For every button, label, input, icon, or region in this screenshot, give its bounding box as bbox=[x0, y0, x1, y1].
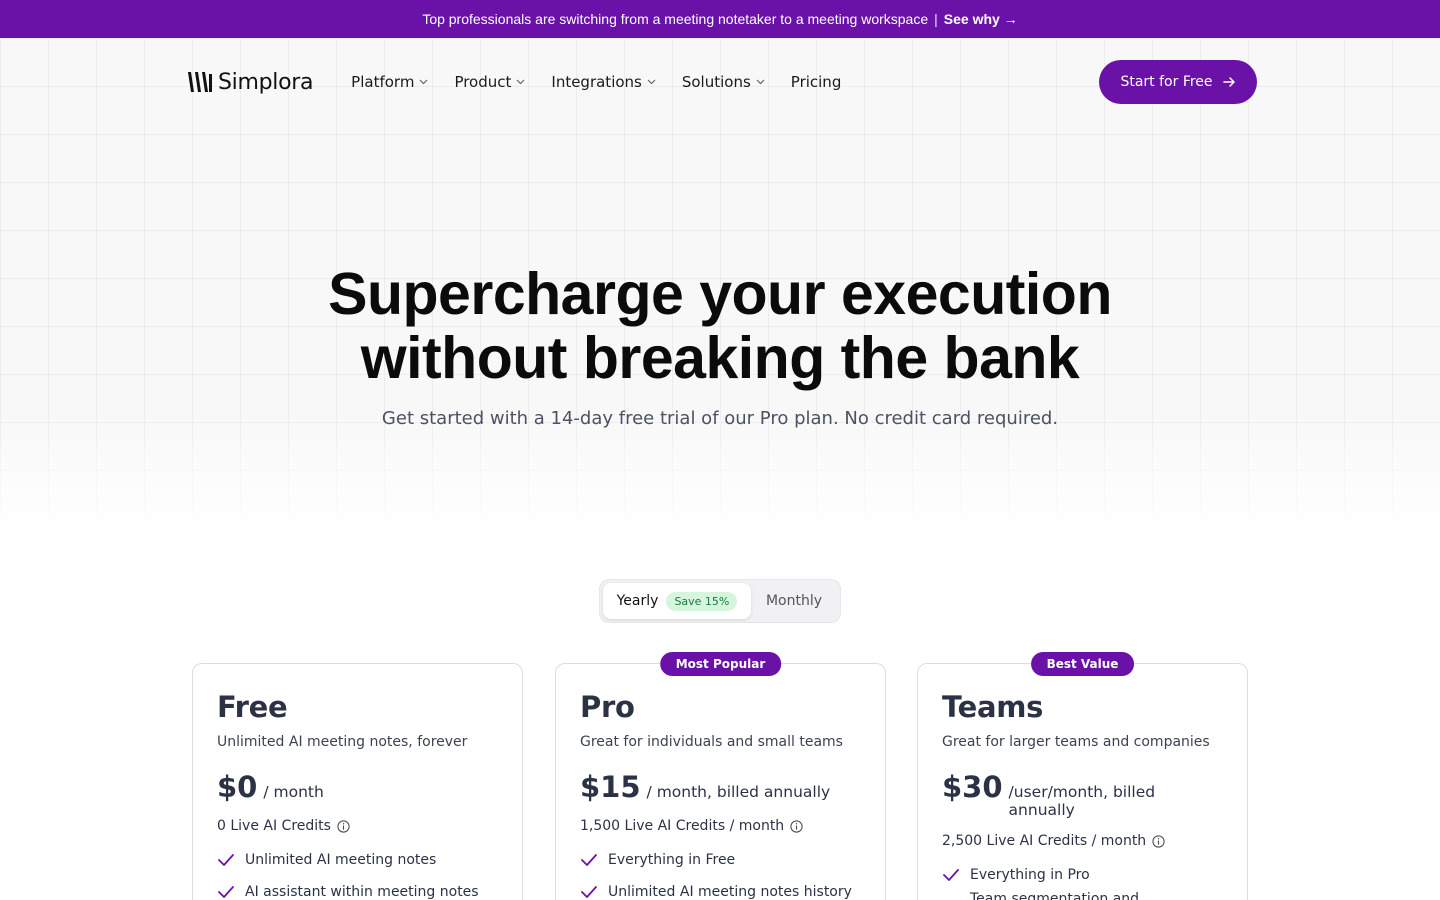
plan-credits-label: 1,500 Live AI Credits / month bbox=[580, 818, 785, 834]
list-item: Unlimited AI meeting notes bbox=[217, 844, 498, 876]
plan-card-free: Free Unlimited AI meeting notes, forever… bbox=[192, 663, 523, 900]
plan-period: /user/month, billed annually bbox=[1008, 783, 1156, 819]
nav-menu: Platform Product Integrations Solutions … bbox=[351, 73, 841, 91]
check-icon bbox=[218, 854, 234, 866]
check-icon bbox=[943, 869, 959, 881]
most-popular-badge: Most Popular bbox=[659, 652, 782, 676]
chevron-down-icon bbox=[756, 79, 765, 85]
plan-feature-list: Everything in Pro Team segmentation and … bbox=[942, 859, 1223, 900]
feature-label: Team segmentation and management bbox=[970, 891, 1140, 900]
plan-credits: 2,500 Live AI Credits / month bbox=[942, 833, 1223, 849]
hero-headline-line1: Supercharge your execution bbox=[328, 261, 1112, 327]
plan-price-row: $15 / month, billed annually bbox=[580, 770, 861, 804]
plan-feature-list: Unlimited AI meeting notes AI assistant … bbox=[217, 844, 498, 900]
plan-period: / month, billed annually bbox=[646, 783, 831, 801]
top-navigation: Simplora Platform Product Integrations S… bbox=[186, 60, 1257, 104]
info-icon[interactable] bbox=[1152, 834, 1165, 848]
logo-bars-icon bbox=[188, 72, 212, 92]
nav-item-pricing[interactable]: Pricing bbox=[791, 73, 842, 91]
billing-option-monthly[interactable]: Monthly bbox=[751, 583, 837, 619]
plan-name: Teams bbox=[942, 690, 1044, 724]
nav-item-solutions[interactable]: Solutions bbox=[682, 73, 765, 91]
plan-feature-list: Everything in Free Unlimited AI meeting … bbox=[580, 844, 861, 900]
check-icon bbox=[218, 886, 234, 898]
see-why-link[interactable]: See why → bbox=[944, 11, 1018, 27]
brand-name: Simplora bbox=[218, 69, 314, 95]
nav-item-product[interactable]: Product bbox=[454, 73, 525, 91]
plan-price: $15 bbox=[580, 770, 641, 804]
plan-price-row: $30 /user/month, billed annually bbox=[942, 770, 1223, 819]
chevron-down-icon bbox=[647, 79, 656, 85]
plan-credits: 1,500 Live AI Credits / month bbox=[580, 818, 861, 834]
plan-credits: 0 Live AI Credits bbox=[217, 818, 498, 834]
nav-item-label: Solutions bbox=[681, 73, 751, 91]
start-for-free-button[interactable]: Start for Free bbox=[1099, 60, 1257, 104]
billing-option-monthly-label: Monthly bbox=[765, 593, 823, 609]
nav-item-label: Pricing bbox=[790, 73, 842, 91]
billing-option-yearly-label: Yearly bbox=[616, 593, 659, 609]
list-item: Unlimited AI meeting notes history bbox=[580, 876, 861, 900]
feature-label: Unlimited AI meeting notes bbox=[245, 852, 437, 868]
billing-option-yearly[interactable]: Yearly Save 15% bbox=[603, 583, 751, 619]
plan-price: $30 bbox=[942, 770, 1003, 804]
chevron-down-icon bbox=[516, 79, 525, 85]
plan-period: / month bbox=[263, 783, 324, 801]
banner-message: Top professionals are switching from a m… bbox=[422, 11, 929, 27]
info-icon[interactable] bbox=[337, 819, 350, 833]
billing-toggle: Yearly Save 15% Monthly bbox=[599, 579, 841, 623]
chevron-down-icon bbox=[420, 79, 428, 85]
feature-label: Unlimited AI meeting notes history bbox=[608, 884, 852, 900]
plan-credits-label: 0 Live AI Credits bbox=[217, 818, 331, 834]
check-icon bbox=[581, 854, 597, 866]
hero-headline: Supercharge your execution without break… bbox=[0, 262, 1440, 390]
plan-credits-label: 2,500 Live AI Credits / month bbox=[942, 833, 1147, 849]
plan-card-pro: Most Popular Pro Great for individuals a… bbox=[555, 652, 886, 900]
list-item: AI assistant within meeting notes bbox=[217, 876, 498, 900]
nav-item-label: Platform bbox=[351, 73, 415, 91]
plan-name: Free bbox=[217, 690, 288, 724]
nav-item-label: Integrations bbox=[551, 73, 642, 91]
plan-description: Unlimited AI meeting notes, forever bbox=[217, 734, 468, 750]
plan-description: Great for individuals and small teams bbox=[580, 734, 843, 750]
plan-description: Great for larger teams and companies bbox=[942, 734, 1210, 750]
nav-item-label: Product bbox=[454, 73, 512, 91]
best-value-badge: Best Value bbox=[1030, 652, 1135, 676]
list-item: Everything in Free bbox=[580, 844, 861, 876]
plan-name: Pro bbox=[580, 690, 635, 724]
hero-subline: Get started with a 14-day free trial of … bbox=[381, 408, 1059, 429]
start-for-free-label: Start for Free bbox=[1120, 74, 1213, 90]
plan-card-teams: Best Value Teams Great for larger teams … bbox=[917, 652, 1248, 900]
feature-label: AI assistant within meeting notes bbox=[245, 884, 479, 900]
list-item: Everything in Pro bbox=[942, 859, 1223, 891]
check-icon bbox=[581, 886, 597, 898]
plan-price-row: $0 / month bbox=[217, 770, 498, 804]
hero-headline-line2: without breaking the bank bbox=[360, 325, 1080, 391]
plan-price: $0 bbox=[217, 770, 258, 804]
info-icon[interactable] bbox=[790, 819, 803, 833]
save-badge: Save 15% bbox=[666, 591, 738, 611]
banner-separator: | bbox=[934, 11, 938, 27]
nav-item-integrations[interactable]: Integrations bbox=[551, 73, 656, 91]
announcement-banner: Top professionals are switching from a m… bbox=[0, 0, 1440, 38]
feature-label: Everything in Pro bbox=[970, 867, 1090, 883]
arrow-right-icon bbox=[1222, 77, 1235, 87]
feature-label: Everything in Free bbox=[608, 852, 736, 868]
brand-logo[interactable]: Simplora bbox=[186, 69, 313, 95]
list-item: Team segmentation and management bbox=[942, 891, 1223, 900]
nav-item-platform[interactable]: Platform bbox=[351, 73, 428, 91]
